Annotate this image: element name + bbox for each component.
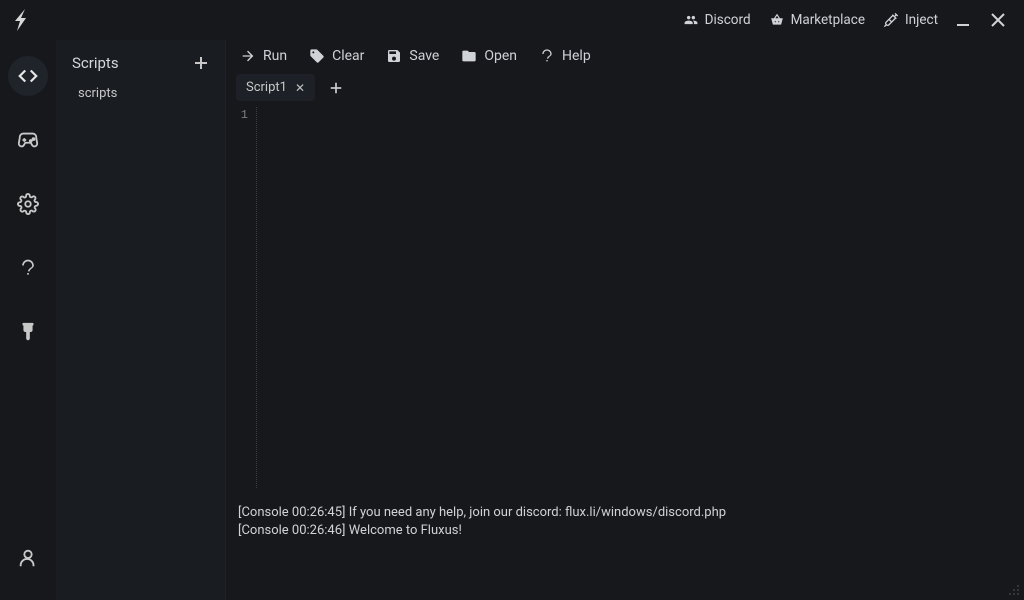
close-icon <box>990 12 1006 28</box>
scripts-panel: Scripts scripts <box>56 40 226 600</box>
editor-gutter: 1 <box>226 105 254 494</box>
tag-icon <box>309 48 325 64</box>
open-label: Open <box>484 48 517 64</box>
rail-item-help[interactable] <box>8 248 48 288</box>
window-controls <box>948 12 1024 28</box>
plus-icon <box>193 55 209 71</box>
toolbar: Run Clear Save Open Help <box>226 40 1024 70</box>
grip-icon <box>1006 582 1020 596</box>
user-icon <box>17 547 39 569</box>
question-icon <box>18 258 38 278</box>
people-icon <box>683 13 699 27</box>
brush-icon <box>17 321 39 343</box>
rail-item-theme[interactable] <box>8 312 48 352</box>
close-button[interactable] <box>990 12 1006 28</box>
marketplace-link[interactable]: Marketplace <box>769 12 865 28</box>
clear-label: Clear <box>332 48 364 64</box>
console-line: [Console 00:26:46] Welcome to Fluxus! <box>238 522 1012 540</box>
rail-item-settings[interactable] <box>8 184 48 224</box>
save-icon <box>386 48 402 64</box>
line-number: 1 <box>226 108 248 122</box>
gamepad-icon <box>17 129 39 151</box>
console-panel: [Console 00:26:45] If you need any help,… <box>226 494 1024 600</box>
console-line: [Console 00:26:45] If you need any help,… <box>238 504 1012 522</box>
run-label: Run <box>263 48 287 64</box>
syringe-icon <box>883 12 899 28</box>
rail-item-account[interactable] <box>8 538 48 578</box>
gear-icon <box>17 193 39 215</box>
minimize-button[interactable] <box>956 13 970 27</box>
folder-icon <box>461 48 477 64</box>
indent-guide <box>256 107 257 488</box>
code-editor[interactable]: 1 <box>226 105 1024 494</box>
new-tab-button[interactable] <box>323 75 349 101</box>
rail-item-editor[interactable] <box>8 56 48 96</box>
tree-folder-scripts[interactable]: scripts <box>78 86 225 101</box>
marketplace-label: Marketplace <box>791 12 865 28</box>
arrow-right-icon <box>240 48 256 64</box>
run-button[interactable]: Run <box>240 48 287 64</box>
clear-button[interactable]: Clear <box>309 48 364 64</box>
help-label: Help <box>562 48 591 64</box>
titlebar-links: Discord Marketplace Inject <box>683 12 948 28</box>
open-button[interactable]: Open <box>461 48 517 64</box>
minimize-icon <box>956 13 970 27</box>
inject-button[interactable]: Inject <box>883 12 938 28</box>
tab-bar: Script1 ✕ <box>226 70 1024 101</box>
discord-link[interactable]: Discord <box>683 12 751 28</box>
tab-close-button[interactable]: ✕ <box>295 81 305 95</box>
tab-script1[interactable]: Script1 ✕ <box>236 74 315 101</box>
titlebar: Discord Marketplace Inject <box>0 0 1024 40</box>
code-icon <box>17 65 39 87</box>
basket-icon <box>769 13 785 27</box>
main-area: Run Clear Save Open Help Script1 ✕ 1 <box>226 40 1024 600</box>
save-label: Save <box>409 48 439 64</box>
scripts-tree: scripts <box>56 82 225 101</box>
plus-icon <box>329 81 343 95</box>
save-button[interactable]: Save <box>386 48 439 64</box>
logo-icon <box>12 9 28 31</box>
app-logo <box>0 9 40 31</box>
inject-label: Inject <box>905 12 938 28</box>
discord-label: Discord <box>705 12 751 28</box>
add-script-button[interactable] <box>193 55 209 71</box>
resize-grip[interactable] <box>1006 582 1020 596</box>
scripts-panel-header: Scripts <box>56 40 225 82</box>
tab-label: Script1 <box>246 80 287 95</box>
scripts-panel-title: Scripts <box>72 54 119 72</box>
help-button[interactable]: Help <box>539 48 591 64</box>
rail-item-games[interactable] <box>8 120 48 160</box>
nav-rail <box>0 40 56 600</box>
question-mark-icon <box>539 48 555 64</box>
